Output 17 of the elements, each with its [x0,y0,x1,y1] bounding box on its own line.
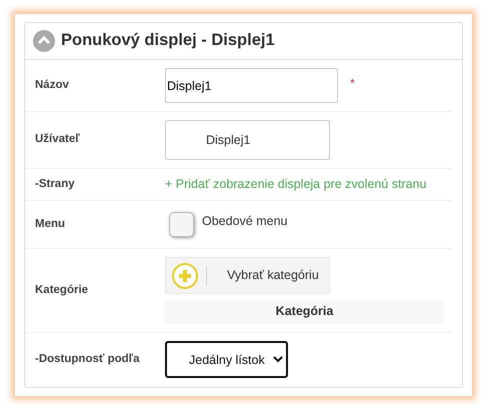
required-marker: * [350,74,355,92]
field-label: -Strany [35,176,76,192]
name-field[interactable]: Displej1 [165,68,338,103]
checkbox[interactable] [169,212,194,237]
select-category-button[interactable]: Vybrať kategóriu [165,257,330,294]
panel-title: Ponukový displej - Displej1 [61,31,275,51]
field-label: Názov [35,78,70,93]
plus-icon [172,262,198,288]
field-label: -Dostupnosť podľa [35,352,140,367]
field-label: Kategórie [35,282,90,298]
field-label: Užívateľ [35,132,81,148]
column-header: Kategória [165,299,444,324]
field-label: Menu [35,216,66,232]
checkbox-label: Obedové menu [202,213,288,230]
user-field[interactable]: Displej1 [165,120,330,160]
availability-select[interactable]: Jedálny lístok [165,341,288,378]
collapse-icon[interactable] [33,30,55,52]
